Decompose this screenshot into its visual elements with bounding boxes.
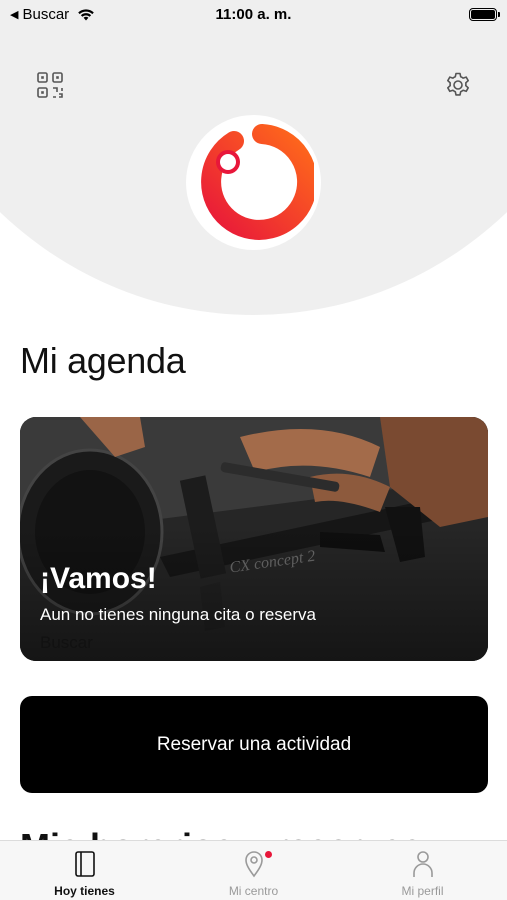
notification-dot <box>265 851 272 858</box>
tab-label: Mi centro <box>228 884 279 898</box>
status-bar: ◀ Buscar 11:00 a. m. <box>0 0 507 28</box>
wifi-icon <box>77 8 95 21</box>
card-title: ¡Vamos! <box>40 562 157 595</box>
brand-logo <box>186 115 321 250</box>
tab-hoy-tienes[interactable]: Hoy tienes <box>0 841 169 900</box>
qr-code-icon[interactable] <box>35 70 65 100</box>
status-back-link[interactable]: ◀ Buscar <box>10 6 95 23</box>
location-pin-icon <box>242 849 266 879</box>
book-activity-button[interactable]: Reservar una actividad <box>20 696 488 793</box>
agenda-empty-card[interactable]: CX concept 2 ¡Vamos! Aun no tienes ningu… <box>20 417 488 661</box>
tab-label: Mi perfil <box>401 884 444 898</box>
person-icon <box>411 849 435 879</box>
tab-mi-centro[interactable]: Mi centro <box>169 841 338 900</box>
tab-bar: Hoy tienes Mi centro Mi perfil <box>0 840 507 900</box>
status-back-label: Buscar <box>22 5 70 23</box>
card-search-link[interactable]: Buscar <box>40 633 93 653</box>
battery-icon <box>469 7 500 21</box>
tab-mi-perfil[interactable]: Mi perfil <box>338 841 507 900</box>
brand-ring-logo <box>200 123 314 240</box>
card-subtitle: Aun no tienes ninguna cita o reserva <box>40 605 316 624</box>
gear-icon[interactable] <box>443 70 473 100</box>
book-icon <box>73 849 97 879</box>
page-title: Mi agenda <box>20 340 186 381</box>
tab-label: Hoy tienes <box>54 884 115 898</box>
app-screen: ◀ Buscar 11:00 a. m. Mi agenda ¡Vamos! A… <box>0 0 507 900</box>
back-arrow-icon: ◀ <box>10 8 19 21</box>
